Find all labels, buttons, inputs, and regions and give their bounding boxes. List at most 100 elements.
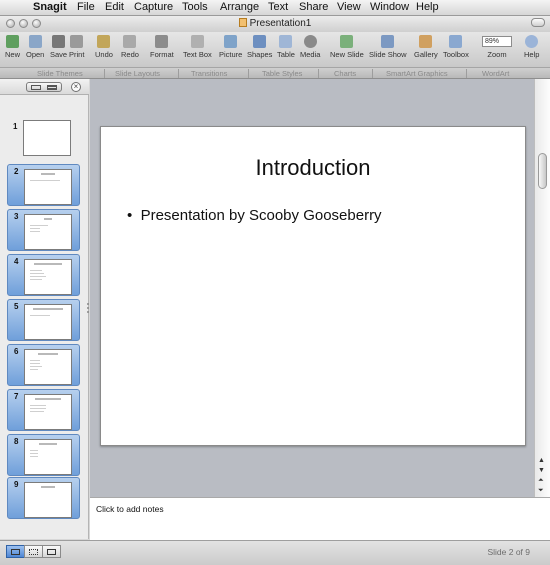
tab-slide-layouts[interactable]: Slide Layouts [115,69,160,78]
table-button[interactable]: Table [277,35,295,59]
zoom-field[interactable]: 89% [482,36,512,47]
window-title: Presentation1 [249,18,312,29]
slide-thumbnail-4[interactable]: 4 [7,254,80,296]
slide-thumbnail-1[interactable]: 1 [7,120,80,162]
tab-transitions[interactable]: Transitions [191,69,227,78]
slide-thumbnail-5[interactable]: 5 [7,299,80,341]
menu-arrange[interactable]: Arrange [220,1,259,13]
menu-view[interactable]: View [337,1,361,13]
menu-tools[interactable]: Tools [182,1,208,13]
ribbon-divider [372,69,373,78]
redo-icon [123,35,137,48]
help-icon [525,35,539,48]
outline-view-icon[interactable] [47,85,57,90]
toolbox-icon [449,35,463,48]
scroll-up-arrow-icon[interactable]: ▲ [538,457,545,465]
ribbon-divider [248,69,249,78]
shapes-button[interactable]: Shapes [247,35,272,59]
next-slide-icon[interactable]: ⏷ [538,487,544,495]
slideshow-button[interactable]: Slide Show [369,35,407,59]
save-button[interactable]: Save [50,35,67,59]
scrollbar-thumb[interactable] [538,153,547,189]
print-button[interactable]: Print [69,35,84,59]
gallery-icon [419,35,433,48]
scroll-down-arrow-icon[interactable]: ▼ [538,467,545,475]
thumb-text-line [30,231,40,232]
new-slide-button[interactable]: New Slide [330,35,364,59]
slide-preview [24,394,72,430]
ribbon-divider [466,69,467,78]
vertical-scrollbar[interactable]: ▲ ▼ ⏶ ⏷ [534,79,550,509]
slide-number: 6 [14,347,19,356]
thumbnail-outline-toggle[interactable] [26,82,62,92]
gallery-button[interactable]: Gallery [414,35,438,59]
slide-thumbnail-8[interactable]: 8 [7,434,80,476]
normal-view-icon [11,549,20,555]
slide-preview [23,120,71,156]
thumb-title-line [41,486,55,488]
menu-edit[interactable]: Edit [105,1,124,13]
tab-table-styles[interactable]: Table Styles [262,69,302,78]
thumb-text-line [30,273,44,274]
slide-bullet-text: Presentation by Scooby Gooseberry [140,207,382,224]
close-window-button[interactable] [6,19,15,28]
slide-thumbnail-9[interactable]: 9 [7,477,80,519]
tab-charts[interactable]: Charts [334,69,356,78]
menu-app-name[interactable]: Snagit [33,1,67,13]
slide-number: 5 [14,302,19,311]
slide-preview [24,482,72,518]
slide-title[interactable]: Introduction [101,155,525,181]
slide-position-indicator: Slide 2 of 9 [487,547,530,557]
menu-share[interactable]: Share [299,1,328,13]
slide-thumbnail-7[interactable]: 7 [7,389,80,431]
open-button[interactable]: Open [26,35,44,59]
thumb-text-line [30,450,38,451]
tab-smartart-graphics[interactable]: SmartArt Graphics [386,69,448,78]
open-label: Open [26,50,45,59]
slide-number: 9 [14,480,19,489]
slide-thumbnail-6[interactable]: 6 [7,344,80,386]
normal-view-button[interactable] [6,545,25,558]
toolbox-button[interactable]: Toolbox [443,35,469,59]
current-slide-canvas[interactable]: Introduction • Presentation by Scooby Go… [100,126,526,446]
zoom-window-button[interactable] [32,19,41,28]
slide-bullet[interactable]: • Presentation by Scooby Gooseberry [127,207,382,224]
thumb-text-line [30,405,46,406]
help-button[interactable]: Help [524,35,539,59]
notes-placeholder[interactable]: Click to add notes [96,504,164,514]
thumb-text-line [30,456,38,457]
toolbar-toggle-button[interactable] [531,18,545,27]
thumb-title-line [39,443,57,445]
new-button[interactable]: New [5,35,20,59]
previous-slide-icon[interactable]: ⏶ [538,477,544,485]
slide-show-view-button[interactable] [42,545,61,558]
new-label: New [5,50,21,59]
minimize-window-button[interactable] [19,19,28,28]
slide-number: 8 [14,437,19,446]
menu-capture[interactable]: Capture [134,1,173,13]
media-button[interactable]: Media [300,35,320,59]
tab-wordart[interactable]: WordArt [482,69,509,78]
menu-text[interactable]: Text [268,1,288,13]
ribbon-divider [318,69,319,78]
zoom-control[interactable]: 89% Zoom [482,36,512,59]
notes-pane[interactable]: Click to add notes [90,497,550,540]
thumb-text-line [30,276,46,277]
redo-button[interactable]: Redo [121,35,139,59]
slide-thumbnail-2[interactable]: 2 [7,164,80,206]
undo-label: Undo [95,50,113,59]
thumb-text-line [30,279,42,280]
menu-help[interactable]: Help [416,1,439,13]
undo-button[interactable]: Undo [95,35,113,59]
menu-file[interactable]: File [77,1,95,13]
thumb-text-line [30,270,42,271]
slide-thumbnail-3[interactable]: 3 [7,209,80,251]
close-pane-icon[interactable]: × [71,82,81,92]
tab-slide-themes[interactable]: Slide Themes [37,69,83,78]
picture-button[interactable]: Picture [219,35,242,59]
textbox-button[interactable]: Text Box [183,35,212,59]
thumbnails-view-icon[interactable] [31,85,41,90]
menu-window[interactable]: Window [370,1,409,13]
format-button[interactable]: Format [150,35,174,59]
slide-sorter-view-button[interactable] [24,545,43,558]
